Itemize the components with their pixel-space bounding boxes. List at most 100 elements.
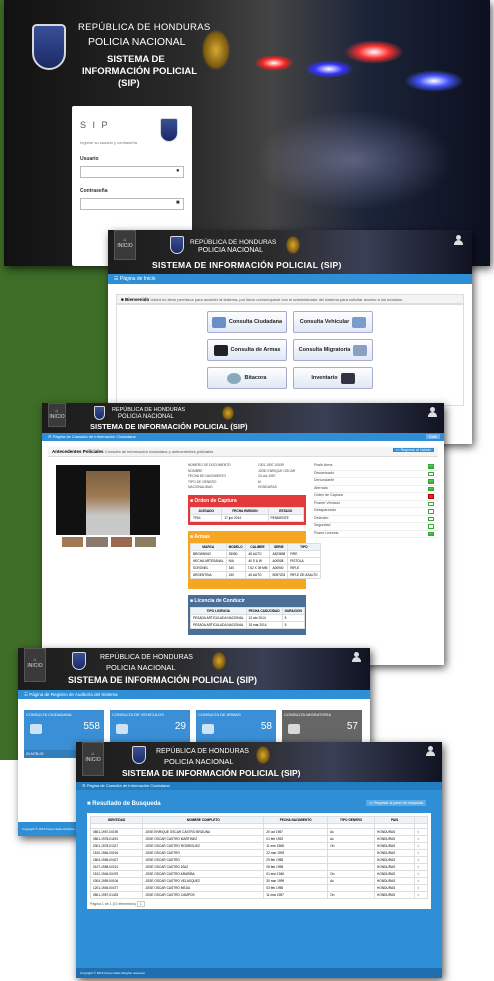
td: .40 S & W	[244, 557, 271, 565]
view-icon[interactable]: ⚲	[414, 877, 428, 885]
view-icon[interactable]: ⚲	[414, 856, 428, 864]
tile-consulta-ciudadana[interactable]: Consulta Ciudadana	[207, 311, 287, 333]
column-header[interactable]: IDENTIDAD	[89, 816, 144, 824]
tile-consulta-armas[interactable]: Consulta de Armas	[207, 339, 287, 361]
table-cell: 0107-1958-00214	[89, 863, 144, 871]
table-cell: JOSE OSCAR CASTRO MEJIA	[142, 884, 265, 892]
password-input[interactable]	[80, 198, 184, 210]
column-header[interactable]: PAIS	[374, 816, 416, 824]
table-cell: HONDURAS	[374, 849, 416, 857]
page-number[interactable]: 1	[136, 901, 145, 907]
td: 25050	[225, 550, 246, 558]
table-row[interactable]: 0304-1959-00106 JOSE OSCAR CASTRO VELASQU…	[89, 877, 428, 885]
view-icon[interactable]: ⚲	[414, 842, 428, 850]
td: 5	[281, 614, 305, 622]
home-tab[interactable]: ⌂ INICIO	[82, 742, 104, 776]
tile-inventario[interactable]: Inventario	[293, 367, 373, 389]
coat-of-arms-icon	[286, 236, 300, 254]
table-cell: HONDURAS	[374, 863, 416, 871]
td: RIFLE DE ASALTO	[287, 571, 321, 579]
header-line2: POLICIA NACIONAL	[198, 247, 263, 254]
tile-bitacora[interactable]: Bitacora	[207, 367, 287, 389]
table-cell: 11 ene 1968	[263, 842, 329, 850]
table-row[interactable]: 0801-1957-00190 JOSE ENRIQUE OSCAR CASTRO…	[89, 828, 428, 836]
status-checkbox-icon	[428, 486, 434, 491]
thumbnail[interactable]	[62, 537, 84, 547]
header-line1: REPÚBLICA DE HONDURAS	[190, 239, 277, 246]
table-cell: 1201-1945-00477	[89, 884, 144, 892]
table-row: HECHA ARTESANAL N/A .40 S & W A00908 PISTOLA	[190, 557, 321, 565]
view-icon[interactable]: ⚲	[414, 828, 428, 836]
table-row[interactable]: 0301-1978-01317 JOSE OSCAR CASTRO RODRIGU…	[89, 842, 428, 850]
table-cell: 20 oct 1957	[263, 828, 329, 836]
tile-label: Bitacora	[244, 375, 267, 381]
td: B097203	[269, 571, 289, 579]
stat-value: 29	[174, 721, 186, 732]
status-checkbox-icon	[428, 509, 434, 514]
column-header-actions	[414, 816, 428, 824]
table-cell: 1510-1984-00194	[89, 849, 144, 857]
view-icon[interactable]: ⚲	[414, 849, 428, 857]
stat-value: 558	[83, 721, 100, 732]
return-search-button[interactable]: << Regresar al panel de búsqueda	[366, 800, 426, 806]
table-cell: 0301-1978-01317	[89, 842, 144, 850]
tile-consulta-migratoria[interactable]: Consulta Migratoria	[293, 339, 373, 361]
view-icon[interactable]: ⚲	[414, 870, 428, 878]
home-tab[interactable]: ⌂ INICIO	[24, 648, 46, 682]
home-tab[interactable]: ⌂ INICIO	[48, 403, 66, 427]
table-row[interactable]: 0801-1978-01193 JOSE OSCAR CASTRO MARTINE…	[89, 835, 428, 843]
license-table: TIPO LICENCIA FECHA CADUCIDAD DURACION PES…	[190, 607, 305, 629]
table-row[interactable]: 1201-1945-00477 JOSE OSCAR CASTRO MEJIA 03…	[89, 884, 428, 892]
user-icon[interactable]	[352, 652, 361, 662]
login-header-line2: POLICIA NACIONAL	[88, 36, 186, 48]
table-row[interactable]: 1512-1946-00479 JOSE OSCAR CASTRO ARARÍBA…	[89, 870, 428, 878]
exit-button[interactable]: Salir	[425, 434, 440, 439]
pagination: Página 1 de 1 (10 elementos) 1	[90, 901, 428, 907]
honduras-coat-of-arms-icon	[202, 30, 230, 70]
header-shield-icon	[170, 236, 184, 254]
status-check-row: Posee Licencia	[314, 531, 438, 538]
return-list-button[interactable]: << Regresar al Listado	[392, 448, 434, 452]
app-header: ⌂ INICIO REPÚBLICA DE HONDURAS POLICIA NA…	[42, 403, 444, 433]
table-row[interactable]: 1804-1956-00427 JOSE OSCAR CASTRO 29 feb 1…	[89, 856, 428, 864]
view-icon[interactable]: ⚲	[414, 884, 428, 892]
welcome-title: Bienvenido	[124, 297, 150, 302]
home-tab[interactable]: ⌂ INICIO	[114, 230, 136, 260]
table-cell: JOSE OSCAR CASTRO RODRIGUEZ	[142, 842, 265, 850]
view-icon[interactable]: ⚲	[414, 863, 428, 871]
td: PESADA ARTICULADA NACIONAL	[190, 621, 247, 629]
header-line1: REPÚBLICA DE HONDURAS	[100, 654, 193, 661]
th: DURACION	[281, 607, 305, 615]
table-cell	[327, 856, 376, 864]
home-tab-label: INICIO	[27, 663, 43, 669]
table-row[interactable]: 0107-1958-00214 JOSE OSCAR CASTRO DÍAZ 28 …	[89, 863, 428, 871]
stat-label: CONSULTA CIUDADANA	[26, 712, 72, 717]
column-header[interactable]: TIPO GENERO	[327, 816, 376, 824]
column-header[interactable]: FECHA NACIMIENTO	[263, 816, 329, 824]
password-label: Contraseña	[80, 188, 108, 194]
table-row[interactable]: 1510-1984-00194 JOSE OSCAR CASTRO 22 mar 1…	[89, 849, 428, 857]
th: TIPO LICENCIA	[190, 607, 247, 615]
table-row: ARGENTINA 240.45 AUTO B097203 RIFLE DE ASAL…	[190, 571, 321, 579]
stat-label: CONSULTA DE VEHICULOS	[112, 712, 164, 717]
tile-consulta-vehicular[interactable]: Consulta Vehicular	[293, 311, 373, 333]
status-check-row: Posib Arma	[314, 463, 438, 471]
user-icon[interactable]	[428, 407, 437, 417]
table-cell	[327, 849, 376, 857]
user-icon[interactable]	[454, 235, 463, 245]
table-cell: 0801-1957-01433	[89, 891, 144, 899]
username-input[interactable]	[80, 166, 184, 178]
thumbnail[interactable]	[86, 537, 108, 547]
thumbnail[interactable]	[110, 537, 132, 547]
app-header: ⌂ INICIO REPÚBLICA DE HONDURAS POLICIA NA…	[18, 648, 370, 690]
table-row[interactable]: 0801-1957-01433 JOSE OSCAR CASTRO CAMPOS 1…	[89, 891, 428, 899]
thumbnail[interactable]	[134, 537, 156, 547]
view-icon[interactable]: ⚲	[414, 891, 428, 899]
column-header[interactable]: NOMBRE COMPLETO	[142, 816, 265, 824]
table-cell: 30 mar 1999	[263, 877, 329, 885]
user-icon[interactable]	[426, 746, 435, 756]
app-header: ⌂ INICIO REPÚBLICA DE HONDURAS POLICIA NA…	[76, 742, 442, 782]
table-cell: 22 mar 1993	[263, 849, 329, 857]
status-check-label: Orden de Captura	[314, 493, 343, 497]
view-icon[interactable]: ⚲	[414, 835, 428, 843]
